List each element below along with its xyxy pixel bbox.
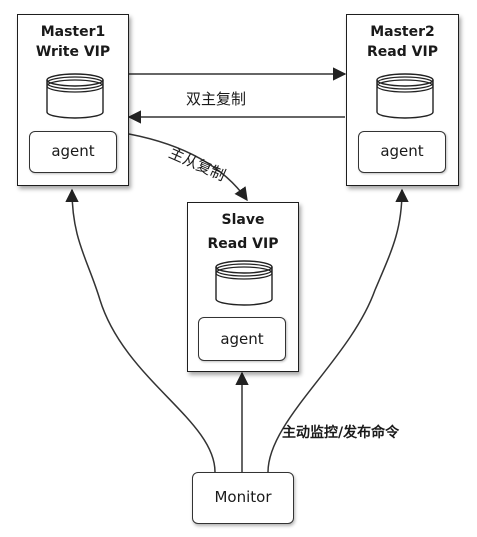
master-master-replication-label: 双主复制: [186, 90, 247, 108]
master2-vip: Read VIP: [367, 44, 438, 60]
master1-agent: agent: [29, 131, 117, 173]
monitor-control-label: 主动监控/发布命令: [282, 425, 400, 441]
slave-agent: agent: [198, 317, 286, 361]
slave-name: Slave: [221, 212, 265, 228]
master1-node: Master1 Write VIP agent: [17, 14, 129, 186]
master2-name: Master2: [370, 24, 435, 40]
slave-node: Slave Read VIP agent: [187, 202, 299, 372]
monitor-node: Monitor: [192, 472, 294, 524]
master2-agent: agent: [358, 131, 446, 173]
master1-vip: Write VIP: [35, 44, 111, 60]
database-icon: [46, 73, 104, 119]
slave-vip: Read VIP: [207, 236, 279, 252]
master1-name: Master1: [40, 24, 106, 40]
master2-node: Master2 Read VIP agent: [346, 14, 459, 186]
database-icon: [376, 73, 434, 119]
database-icon: [215, 260, 273, 306]
